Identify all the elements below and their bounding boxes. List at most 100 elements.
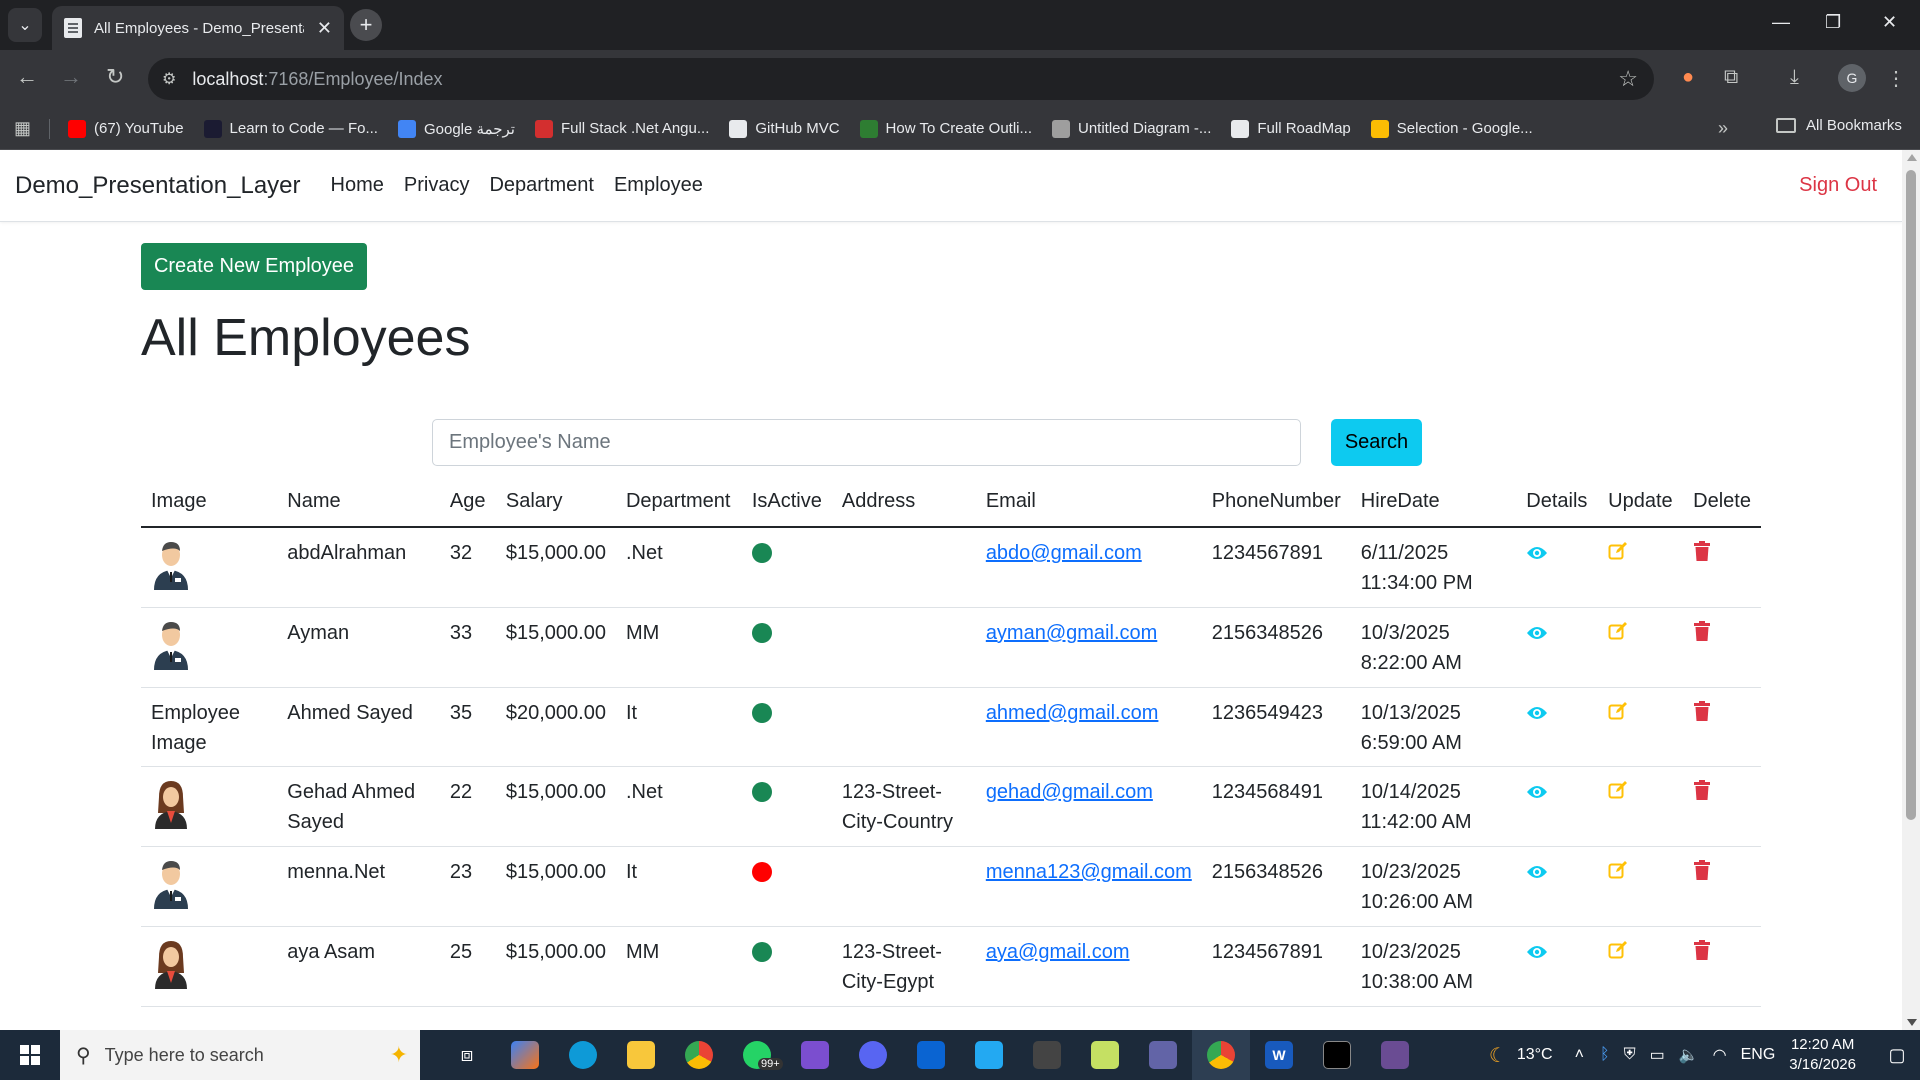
trash-icon[interactable] [1693, 540, 1711, 570]
email-link[interactable]: aya@gmail.com [986, 941, 1130, 963]
bluetooth-icon[interactable]: ᛒ [1600, 1046, 1610, 1064]
page-scrollbar[interactable] [1902, 150, 1920, 1030]
bookmark-item[interactable]: Selection - Google... [1370, 119, 1533, 138]
word-icon[interactable]: W [1250, 1030, 1308, 1080]
edit-icon[interactable] [1608, 859, 1628, 889]
sign-out-link[interactable]: Sign Out [1799, 174, 1877, 197]
nav-employee[interactable]: Employee [614, 174, 703, 197]
reload-icon[interactable]: ↻ [106, 64, 124, 90]
teams-icon[interactable] [1134, 1030, 1192, 1080]
details-eye-icon[interactable] [1526, 859, 1548, 889]
translate-icon [397, 119, 416, 138]
new-tab-button[interactable]: + [350, 9, 382, 41]
edge-icon[interactable] [554, 1030, 612, 1080]
visual-studio-icon[interactable] [786, 1030, 844, 1080]
nav-privacy[interactable]: Privacy [404, 174, 470, 197]
bookmark-item[interactable]: How To Create Outli... [859, 119, 1032, 138]
email-link[interactable]: ayman@gmail.com [986, 622, 1157, 644]
show-hidden-icons[interactable]: ˄ [1575, 1046, 1584, 1064]
browser-menu-icon[interactable]: ⋮ [1886, 66, 1906, 91]
trash-icon[interactable] [1693, 620, 1711, 650]
scroll-thumb[interactable] [1906, 170, 1916, 820]
forward-icon[interactable]: → [60, 64, 82, 90]
close-window-button[interactable]: ✕ [1882, 12, 1897, 33]
details-eye-icon[interactable] [1526, 620, 1548, 650]
bookmark-item[interactable]: (67) YouTube [68, 119, 184, 138]
chrome-icon[interactable] [670, 1030, 728, 1080]
trash-icon[interactable] [1693, 700, 1711, 730]
terminal-icon[interactable] [1308, 1030, 1366, 1080]
details-eye-icon[interactable] [1526, 540, 1548, 570]
details-eye-icon[interactable] [1526, 939, 1548, 969]
language-indicator[interactable]: ENG [1741, 1046, 1776, 1064]
download-icon[interactable]: ⤓ [1790, 66, 1799, 89]
chrome-active-icon[interactable] [1192, 1030, 1250, 1080]
mail-icon[interactable] [902, 1030, 960, 1080]
trash-icon[interactable] [1693, 859, 1711, 889]
task-view-icon[interactable]: ⧈ [438, 1030, 496, 1080]
profile-avatar[interactable]: G [1838, 64, 1866, 92]
brand-link[interactable]: Demo_Presentation_Layer [15, 172, 301, 200]
trash-icon[interactable] [1693, 939, 1711, 969]
tab-search-button[interactable]: ⌄ [8, 8, 42, 42]
paint-icon[interactable] [1076, 1030, 1134, 1080]
extension-icon[interactable]: ● [1682, 66, 1694, 89]
edit-icon[interactable] [1608, 540, 1628, 570]
extensions-puzzle-icon[interactable]: ⧉ [1724, 66, 1738, 89]
security-icon[interactable]: ⛨ [1624, 1046, 1636, 1064]
scroll-up-arrow[interactable] [1907, 154, 1917, 161]
bookmark-item[interactable]: GitHub MVC [729, 119, 840, 138]
file-explorer-icon[interactable] [612, 1030, 670, 1080]
employee-search-input[interactable] [432, 419, 1301, 466]
bookmark-item[interactable]: Untitled Diagram -... [1052, 119, 1211, 138]
taskbar-clock[interactable]: 12:20 AM 3/16/2026 [1789, 1035, 1856, 1075]
back-icon[interactable]: ← [16, 64, 38, 90]
git-bash-icon[interactable] [1366, 1030, 1424, 1080]
email-link[interactable]: ahmed@gmail.com [986, 702, 1159, 724]
bookmark-item[interactable]: Full RoadMap [1231, 119, 1351, 138]
all-bookmarks-button[interactable]: All Bookmarks [1776, 117, 1902, 134]
details-eye-icon[interactable] [1526, 700, 1548, 730]
apps-grid-icon[interactable]: ▦ [14, 118, 31, 139]
start-button[interactable] [0, 1030, 60, 1080]
email-link[interactable]: menna123@gmail.com [986, 861, 1192, 883]
app-icon[interactable] [1018, 1030, 1076, 1080]
minimize-button[interactable]: — [1772, 12, 1790, 33]
taskbar-search-box[interactable]: ⚲ Type here to search ✦ [60, 1030, 420, 1080]
edit-icon[interactable] [1608, 939, 1628, 969]
hire-time: 10:26:00 AM [1360, 891, 1474, 913]
email-link[interactable]: abdo@gmail.com [986, 542, 1142, 564]
scroll-down-arrow[interactable] [1907, 1019, 1917, 1026]
copilot-icon[interactable] [496, 1030, 554, 1080]
volume-icon[interactable]: 🔈 [1679, 1045, 1699, 1065]
bookmark-item[interactable]: Google ترجمة [397, 119, 515, 138]
edit-icon[interactable] [1608, 620, 1628, 650]
weather-temp[interactable]: 13°C [1517, 1046, 1553, 1064]
discord-icon[interactable] [844, 1030, 902, 1080]
word-tile: W [1265, 1041, 1293, 1069]
site-info-icon[interactable]: ⚙ [162, 69, 176, 89]
browser-tab[interactable]: All Employees - Demo_Presentati ✕ [52, 6, 344, 50]
nav-home[interactable]: Home [331, 174, 384, 197]
bookmark-item[interactable]: Learn to Code — Fo... [203, 119, 378, 138]
battery-icon[interactable]: ▭ [1650, 1045, 1665, 1065]
restore-button[interactable]: ❐ [1825, 12, 1841, 33]
edit-icon[interactable] [1608, 779, 1628, 809]
search-button[interactable]: Search [1331, 419, 1422, 466]
edit-icon[interactable] [1608, 700, 1628, 730]
wifi-icon[interactable]: ◠ [1713, 1045, 1727, 1065]
nav-department[interactable]: Department [489, 174, 594, 197]
email-link[interactable]: gehad@gmail.com [986, 781, 1153, 803]
trash-icon[interactable] [1693, 779, 1711, 809]
notifications-icon[interactable]: ▢ [1874, 1045, 1920, 1066]
close-tab-icon[interactable]: ✕ [317, 18, 332, 39]
weather-moon-icon[interactable]: ☾ [1489, 1043, 1507, 1068]
address-bar[interactable]: ⚙ localhost:7168/Employee/Index ☆ [148, 58, 1654, 100]
bookmark-item[interactable]: Full Stack .Net Angu... [534, 119, 709, 138]
create-employee-button[interactable]: Create New Employee [141, 243, 367, 290]
bookmark-star-icon[interactable]: ☆ [1618, 66, 1638, 92]
whatsapp-icon[interactable]: 99+ [728, 1030, 786, 1080]
more-bookmarks-icon[interactable]: » [1718, 118, 1728, 139]
vscode-icon[interactable] [960, 1030, 1018, 1080]
details-eye-icon[interactable] [1526, 779, 1548, 809]
